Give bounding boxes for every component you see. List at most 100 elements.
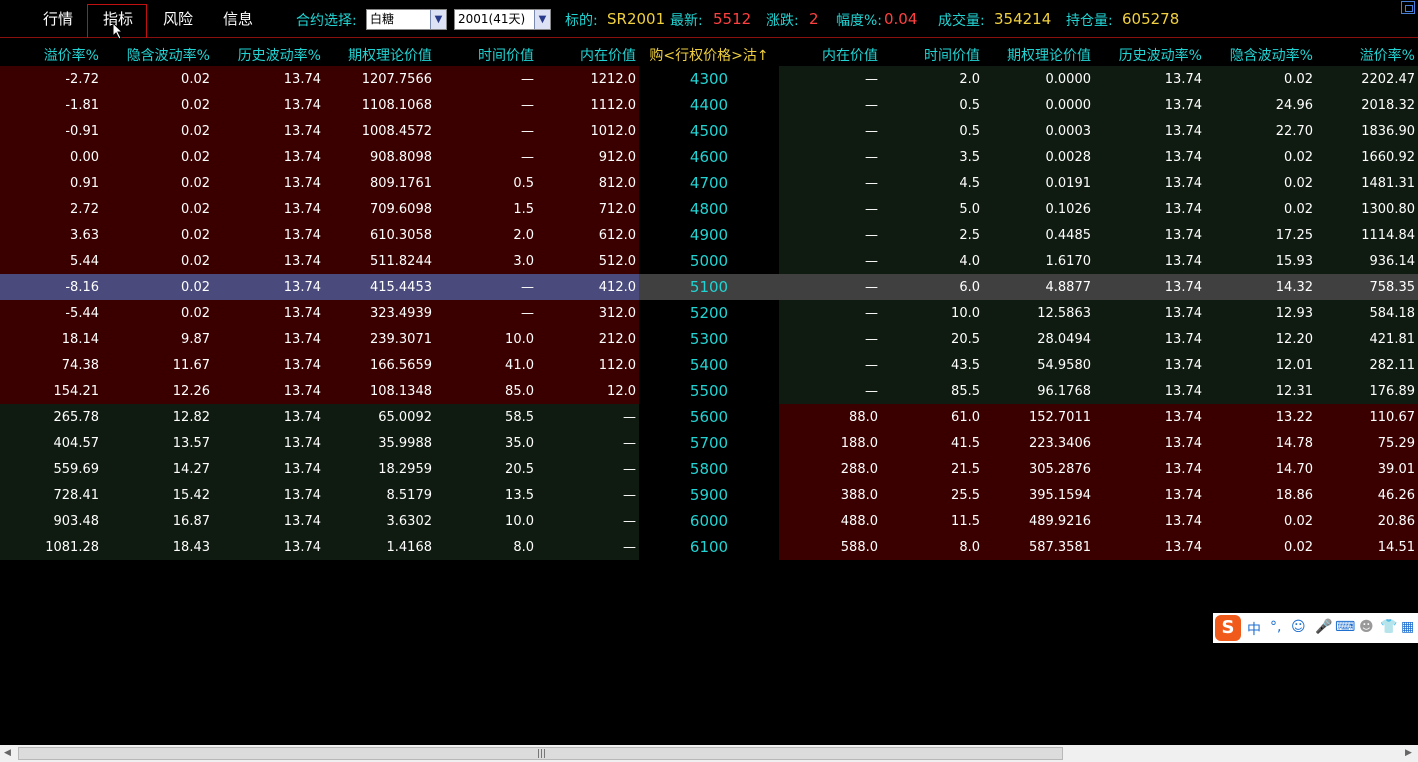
call-premium-cell: 559.69 bbox=[53, 462, 100, 477]
call-hv-cell: 13.74 bbox=[283, 384, 321, 399]
strike-price-cell[interactable]: 5400 bbox=[639, 352, 779, 378]
chevron-down-icon[interactable]: ▼ bbox=[534, 10, 550, 29]
call-time-value-cell: 58.5 bbox=[505, 410, 534, 425]
month-select-value: 2001(41天) bbox=[458, 12, 526, 26]
microphone-icon[interactable]: 🎤 bbox=[1315, 619, 1332, 635]
table-row[interactable]: 5.44 0.02 13.74 511.8244 3.0 512.0 5000 — 4.0 1.6… bbox=[0, 248, 1418, 274]
toolbox-grid-icon[interactable]: ▦ bbox=[1401, 619, 1414, 635]
put-premium-cell: 1836.90 bbox=[1361, 124, 1415, 139]
call-iv-cell: 18.43 bbox=[172, 540, 210, 555]
put-iv-header[interactable]: 隐含波动率% bbox=[1230, 45, 1313, 65]
table-row[interactable]: 74.38 11.67 13.74 166.5659 41.0 112.0 5400 — 43.… bbox=[0, 352, 1418, 378]
table-row[interactable]: 18.14 9.87 13.74 239.3071 10.0 212.0 5300 — 20.5… bbox=[0, 326, 1418, 352]
table-row[interactable]: 2.72 0.02 13.74 709.6098 1.5 712.0 4800 — 5.0 0.1… bbox=[0, 196, 1418, 222]
sogou-logo-icon[interactable]: S bbox=[1215, 615, 1241, 641]
punctuation-icon[interactable]: °, bbox=[1270, 619, 1281, 635]
strike-price-cell[interactable]: 5800 bbox=[639, 456, 779, 482]
table-row[interactable]: 559.69 14.27 13.74 18.2959 20.5 —5800 288.0 21.… bbox=[0, 456, 1418, 482]
call-hv-cell: 13.74 bbox=[283, 280, 321, 295]
put-theoretical-cell: 96.1768 bbox=[1037, 384, 1091, 399]
ime-toolbar[interactable]: S 中 °, ☺ 🎤 ⌨ ☻ 👕 ▦ bbox=[1213, 613, 1418, 643]
table-row[interactable]: 404.57 13.57 13.74 35.9988 35.0 —5700 188.0 41.… bbox=[0, 430, 1418, 456]
table-row[interactable]: 1081.28 18.43 13.74 1.4168 8.0 —6100 588.0 8.0 5… bbox=[0, 534, 1418, 560]
put-intrinsic-cell: 488.0 bbox=[840, 514, 878, 529]
table-row[interactable]: 3.63 0.02 13.74 610.3058 2.0 612.0 4900 — 2.5 0.4… bbox=[0, 222, 1418, 248]
put-premium-header[interactable]: 溢价率% bbox=[1360, 45, 1415, 65]
table-row[interactable]: 0.91 0.02 13.74 809.1761 0.5 812.0 4700 — 4.5 0.0… bbox=[0, 170, 1418, 196]
call-premium-cell: 154.21 bbox=[53, 384, 100, 399]
call-iv-header[interactable]: 隐含波动率% bbox=[127, 45, 210, 65]
strike-price-cell[interactable]: 5500 bbox=[639, 378, 779, 404]
put-premium-cell: 75.29 bbox=[1377, 436, 1415, 451]
call-premium-cell: 3.63 bbox=[70, 228, 99, 243]
keyboard-icon[interactable]: ⌨ bbox=[1335, 619, 1355, 635]
put-theoretical-header[interactable]: 期权理论价值 bbox=[1007, 45, 1091, 65]
table-row[interactable]: -5.44 0.02 13.74 323.4939 — 312.0 5200 — 10.0 12.… bbox=[0, 300, 1418, 326]
put-iv-cell: 18.86 bbox=[1275, 488, 1313, 503]
call-hv-cell: 13.74 bbox=[283, 436, 321, 451]
tab-info[interactable]: 信息 bbox=[223, 8, 253, 29]
call-intrinsic-cell: — bbox=[623, 436, 636, 451]
emoji-icon[interactable]: ☺ bbox=[1291, 619, 1306, 635]
scrollbar-thumb[interactable]: ||| bbox=[18, 747, 1063, 760]
table-row[interactable]: 903.48 16.87 13.74 3.6302 10.0 —6000 488.0 11.5… bbox=[0, 508, 1418, 534]
call-premium-cell: 18.14 bbox=[61, 332, 99, 347]
strike-price-cell[interactable]: 4300 bbox=[639, 66, 779, 92]
strike-price-cell[interactable]: 4600 bbox=[639, 144, 779, 170]
call-premium-cell: 0.91 bbox=[70, 176, 99, 191]
restore-window-icon[interactable] bbox=[1401, 1, 1415, 14]
scroll-left-icon[interactable]: ◀ bbox=[4, 748, 11, 758]
put-iv-cell: 0.02 bbox=[1284, 202, 1313, 217]
put-intrinsic-header[interactable]: 内在价值 bbox=[822, 45, 878, 65]
ime-mode-toggle[interactable]: 中 bbox=[1247, 619, 1261, 639]
strike-price-cell[interactable]: 5700 bbox=[639, 430, 779, 456]
tab-risk[interactable]: 风险 bbox=[163, 8, 193, 29]
user-icon[interactable]: ☻ bbox=[1359, 619, 1374, 635]
call-time-value-header[interactable]: 时间价值 bbox=[478, 45, 534, 65]
strike-price-cell[interactable]: 6000 bbox=[639, 508, 779, 534]
commodity-select[interactable]: 白糖 ▼ bbox=[366, 9, 447, 30]
table-row[interactable]: -2.72 0.02 13.74 1207.7566 — 1212.0 4300 — 2.0 0.… bbox=[0, 66, 1418, 92]
put-time-value-header[interactable]: 时间价值 bbox=[924, 45, 980, 65]
call-hv-cell: 13.74 bbox=[283, 540, 321, 555]
call-iv-cell: 0.02 bbox=[181, 150, 210, 165]
strike-price-cell[interactable]: 4400 bbox=[639, 92, 779, 118]
scroll-right-icon[interactable]: ▶ bbox=[1405, 748, 1412, 758]
table-row[interactable]: 0.00 0.02 13.74 908.8098 — 912.0 4600 — 3.5 0.002… bbox=[0, 144, 1418, 170]
strike-price-cell[interactable]: 6100 bbox=[639, 534, 779, 560]
tab-market[interactable]: 行情 bbox=[43, 8, 73, 29]
horizontal-scrollbar[interactable]: ◀ ||| ▶ bbox=[0, 745, 1418, 762]
call-hv-header[interactable]: 历史波动率% bbox=[238, 45, 321, 65]
table-row[interactable]: 154.21 12.26 13.74 108.1348 85.0 12.0 5500 — 85.… bbox=[0, 378, 1418, 404]
strike-price-cell[interactable]: 4700 bbox=[639, 170, 779, 196]
table-row[interactable]: -1.81 0.02 13.74 1108.1068 — 1112.0 4400 — 0.5 0.… bbox=[0, 92, 1418, 118]
strike-price-cell[interactable]: 5600 bbox=[639, 404, 779, 430]
strike-header[interactable]: 购<行权价格>沽↑ bbox=[639, 45, 779, 65]
pct-label: 幅度%: bbox=[836, 13, 883, 29]
put-time-value-cell: 20.5 bbox=[951, 332, 980, 347]
strike-price-cell[interactable]: 5000 bbox=[639, 248, 779, 274]
strike-price-cell[interactable]: 5100 bbox=[639, 274, 779, 300]
table-row[interactable]: 728.41 15.42 13.74 8.5179 13.5 —5900 388.0 25.5… bbox=[0, 482, 1418, 508]
put-time-value-cell: 10.0 bbox=[951, 306, 980, 321]
strike-price-cell[interactable]: 5900 bbox=[639, 482, 779, 508]
strike-price-cell[interactable]: 4900 bbox=[639, 222, 779, 248]
table-row[interactable]: -0.91 0.02 13.74 1008.4572 — 1012.0 4500 — 0.5 0.… bbox=[0, 118, 1418, 144]
call-hv-cell: 13.74 bbox=[283, 514, 321, 529]
call-theoretical-header[interactable]: 期权理论价值 bbox=[348, 45, 432, 65]
call-intrinsic-header[interactable]: 内在价值 bbox=[580, 45, 636, 65]
chevron-down-icon[interactable]: ▼ bbox=[430, 10, 446, 29]
month-select[interactable]: 2001(41天) ▼ bbox=[454, 9, 551, 30]
strike-price-cell[interactable]: 4500 bbox=[639, 118, 779, 144]
call-premium-header[interactable]: 溢价率% bbox=[44, 45, 99, 65]
strike-price-cell[interactable]: 5200 bbox=[639, 300, 779, 326]
table-row[interactable]: -8.16 0.02 13.74 415.4453 — 412.0 5100 — 6.0 4.88… bbox=[0, 274, 1418, 300]
call-theoretical-cell: 809.1761 bbox=[369, 176, 432, 191]
put-hv-header[interactable]: 历史波动率% bbox=[1119, 45, 1202, 65]
skin-shirt-icon[interactable]: 👕 bbox=[1380, 619, 1397, 635]
table-row[interactable]: 265.78 12.82 13.74 65.0092 58.5 —5600 88.0 61.0… bbox=[0, 404, 1418, 430]
put-time-value-cell: 4.5 bbox=[959, 176, 980, 191]
strike-price-cell[interactable]: 5300 bbox=[639, 326, 779, 352]
put-time-value-cell: 25.5 bbox=[951, 488, 980, 503]
strike-price-cell[interactable]: 4800 bbox=[639, 196, 779, 222]
